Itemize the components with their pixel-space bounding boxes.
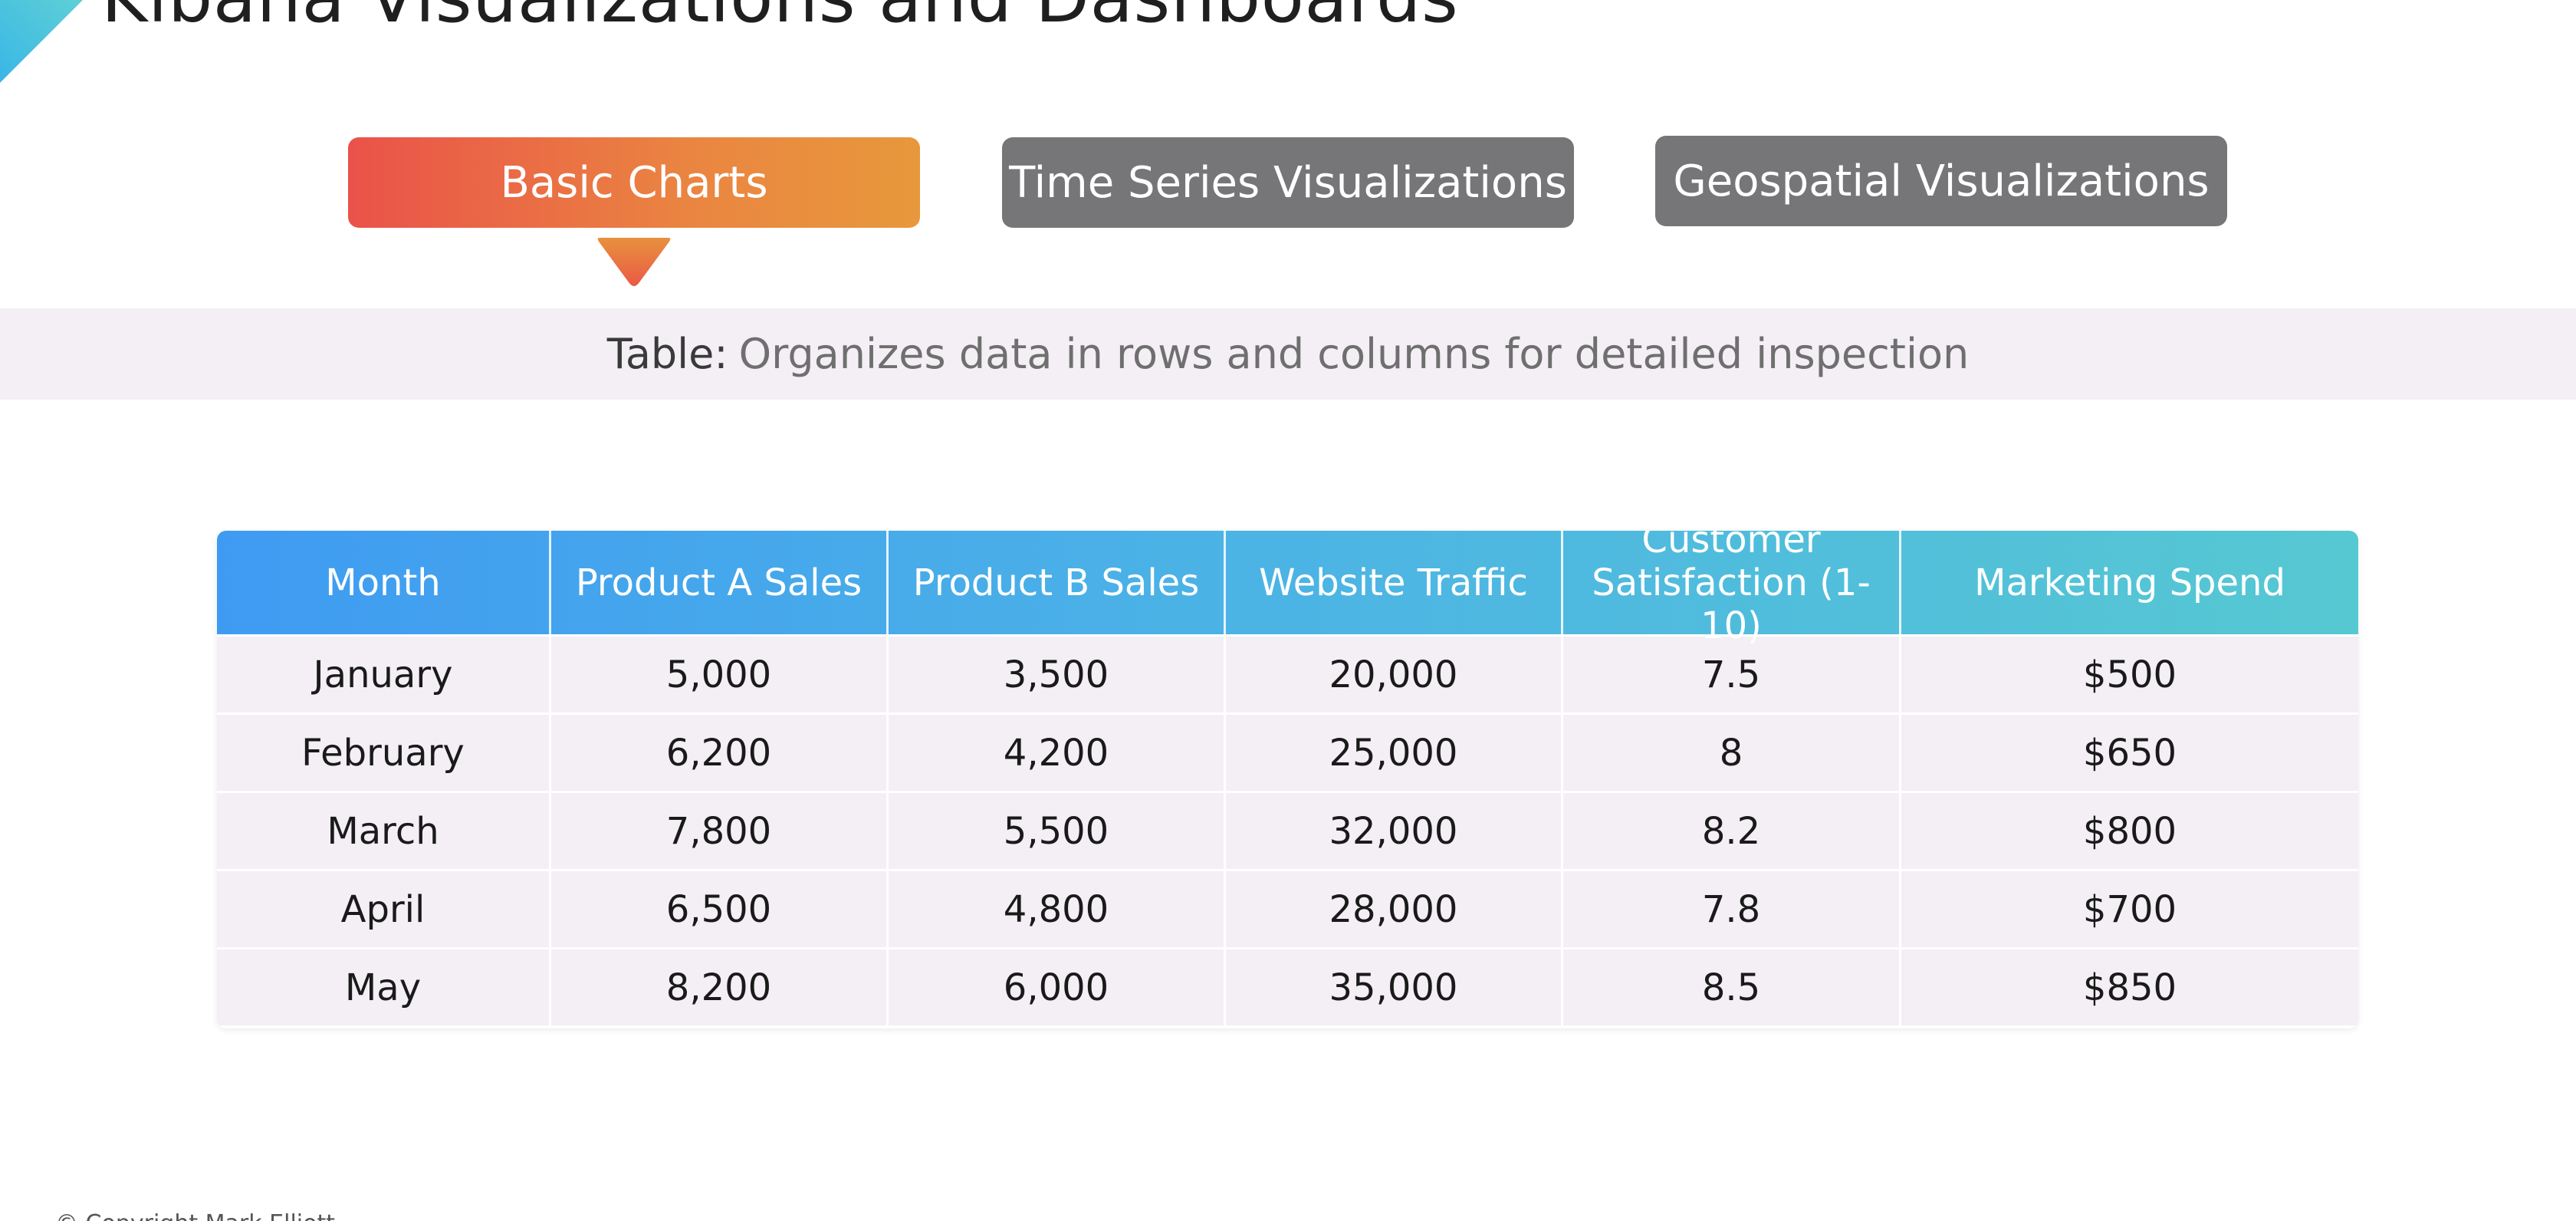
description-text: Organizes data in rows and columns for d… <box>738 330 1970 378</box>
table-row: May 8,200 6,000 35,000 8.5 $850 <box>217 947 2358 1025</box>
description-prefix: Table: <box>606 330 728 378</box>
tab-geospatial-visualizations[interactable]: Geospatial Visualizations <box>1655 136 2227 226</box>
column-header-marketing-spend: Marketing Spend <box>1974 561 2285 604</box>
cell-customer-satisfaction: 8 <box>1563 715 1901 791</box>
data-table: Month Product A Sales Product B Sales We… <box>217 531 2358 1028</box>
cell-month: January <box>217 637 551 713</box>
column-header-product-b-sales: Product B Sales <box>889 531 1226 634</box>
copyright-footer: © Copyright Mark Elliott <box>55 1210 335 1221</box>
cell-marketing-spend: $850 <box>2082 966 2177 1009</box>
cell-month: April <box>217 871 551 947</box>
cell-product-b-sales: 6,000 <box>889 949 1226 1025</box>
column-header-website-traffic: Website Traffic <box>1226 531 1563 634</box>
cell-marketing-spend: $800 <box>2082 809 2177 853</box>
column-header-month: Month <box>217 531 551 634</box>
corner-accent-shape <box>0 0 83 83</box>
cell-customer-satisfaction: 8.5 <box>1563 949 1901 1025</box>
table-row: January 5,000 3,500 20,000 7.5 $500 <box>217 634 2358 713</box>
cell-month: May <box>217 949 551 1025</box>
description-banner: Table: Organizes data in rows and column… <box>0 308 2576 400</box>
table-row: March 7,800 5,500 32,000 8.2 $800 <box>217 791 2358 869</box>
cell-month: February <box>217 715 551 791</box>
cell-product-b-sales: 4,800 <box>889 871 1226 947</box>
cell-website-traffic: 20,000 <box>1226 637 1563 713</box>
tab-label: Time Series Visualizations <box>1009 157 1567 208</box>
cell-product-a-sales: 7,800 <box>551 793 889 869</box>
column-header-customer-satisfaction: Customer Satisfaction (1-10) <box>1563 531 1901 647</box>
cell-customer-satisfaction: 8.2 <box>1563 793 1901 869</box>
cell-product-b-sales: 4,200 <box>889 715 1226 791</box>
active-tab-pointer-icon <box>597 238 671 286</box>
cell-website-traffic: 25,000 <box>1226 715 1563 791</box>
tab-time-series-visualizations[interactable]: Time Series Visualizations <box>1002 137 1574 228</box>
cell-product-b-sales: 5,500 <box>889 793 1226 869</box>
tab-basic-charts[interactable]: Basic Charts <box>348 137 920 228</box>
tab-label: Basic Charts <box>500 157 768 208</box>
slide-title: Kibana Visualizations and Dashboards <box>101 0 1458 40</box>
cell-product-a-sales: 6,200 <box>551 715 889 791</box>
cell-customer-satisfaction: 7.8 <box>1563 871 1901 947</box>
cell-product-a-sales: 8,200 <box>551 949 889 1025</box>
cell-product-a-sales: 5,000 <box>551 637 889 713</box>
cell-product-a-sales: 6,500 <box>551 871 889 947</box>
table-row: February 6,200 4,200 25,000 8 $650 <box>217 713 2358 791</box>
cell-month: March <box>217 793 551 869</box>
table-row: April 6,500 4,800 28,000 7.8 $700 <box>217 869 2358 947</box>
column-header-product-a-sales: Product A Sales <box>551 531 889 634</box>
cell-marketing-spend: $700 <box>2082 887 2177 931</box>
tab-label: Geospatial Visualizations <box>1673 156 2210 206</box>
cell-marketing-spend: $650 <box>2082 731 2177 775</box>
cell-website-traffic: 32,000 <box>1226 793 1563 869</box>
cell-website-traffic: 35,000 <box>1226 949 1563 1025</box>
cell-product-b-sales: 3,500 <box>889 637 1226 713</box>
cell-website-traffic: 28,000 <box>1226 871 1563 947</box>
slide: Kibana Visualizations and Dashboards Bas… <box>0 0 2576 1221</box>
table-header-row: Month Product A Sales Product B Sales We… <box>217 531 2358 647</box>
cell-marketing-spend: $500 <box>2082 653 2177 696</box>
cell-customer-satisfaction: 7.5 <box>1563 637 1901 713</box>
